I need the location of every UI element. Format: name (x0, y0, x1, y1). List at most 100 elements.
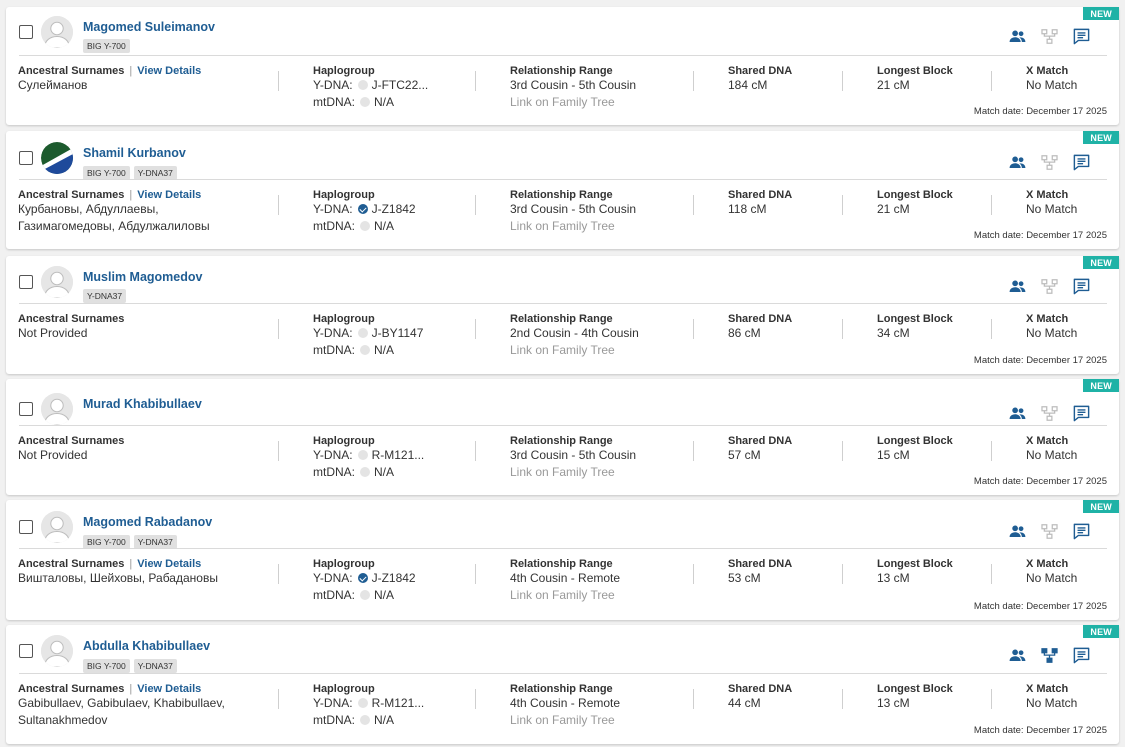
default-avatar[interactable] (41, 635, 73, 667)
select-match-checkbox[interactable] (19, 402, 33, 416)
link-family-tree-link[interactable]: Link on Family Tree (510, 464, 636, 481)
default-avatar[interactable] (41, 393, 73, 425)
haplogroup-label: Haplogroup (313, 435, 375, 447)
in-common-with-icon[interactable] (1008, 522, 1027, 541)
longest-block-label: Longest Block (877, 683, 953, 695)
x-match: X Match No Match (1026, 313, 1077, 342)
ancestral-surnames-label: Ancestral Surnames (18, 683, 125, 695)
unverified-icon (360, 97, 370, 107)
x-match: X Match No Match (1026, 683, 1077, 712)
column-separator (475, 689, 476, 709)
haplogroup-label: Haplogroup (313, 683, 375, 695)
card-divider (19, 548, 1107, 549)
match-date-value: December 17 2025 (1026, 230, 1107, 241)
surname-line: Sultanakhmedov (18, 713, 108, 727)
select-match-checkbox[interactable] (19, 25, 33, 39)
family-tree-icon[interactable] (1040, 404, 1059, 423)
match-name[interactable]: Murad Khabibullaev (83, 397, 202, 411)
label-separator: | (129, 65, 133, 77)
surname-line: Gabibullaev, Gabibulaev, Khabibullaev, (18, 696, 225, 710)
link-family-tree-link[interactable]: Link on Family Tree (510, 94, 636, 111)
x-match-value: No Match (1026, 78, 1078, 92)
view-details-link[interactable]: View Details (137, 558, 201, 570)
ydna-haplogroup[interactable]: J-Z1842 (372, 202, 416, 216)
surname-line: Not Provided (18, 448, 88, 462)
match-date-value: December 17 2025 (1026, 601, 1107, 612)
shared-dna-value: 118 cM (728, 202, 767, 216)
verified-check-icon (357, 204, 368, 214)
longest-block: Longest Block 13 cM (877, 683, 953, 712)
shared-dna-value: 57 cM (728, 448, 761, 462)
match-date-value: December 17 2025 (1026, 355, 1107, 366)
match-date: Match date: December 17 2025 (974, 476, 1107, 487)
in-common-with-icon[interactable] (1008, 27, 1027, 46)
notes-icon[interactable] (1072, 277, 1091, 296)
test-tags: BIG Y-700 (83, 39, 130, 53)
x-match-value: No Match (1026, 571, 1078, 585)
match-name[interactable]: Shamil Kurbanov (83, 146, 186, 160)
link-family-tree-link[interactable]: Link on Family Tree (510, 218, 636, 235)
test-tags: BIG Y-700 Y-DNA37 (83, 659, 177, 673)
column-separator (842, 319, 843, 339)
column-separator (278, 689, 279, 709)
shared-dna-value: 86 cM (728, 326, 761, 340)
test-tag: Y-DNA37 (83, 289, 127, 303)
shared-dna: Shared DNA 118 cM (728, 189, 792, 218)
match-name[interactable]: Magomed Suleimanov (83, 20, 215, 34)
match-date: Match date: December 17 2025 (974, 725, 1107, 736)
ydna-haplogroup[interactable]: J-Z1842 (372, 571, 416, 585)
family-tree-icon[interactable] (1040, 153, 1059, 172)
link-family-tree-link[interactable]: Link on Family Tree (510, 342, 639, 359)
notes-icon[interactable] (1072, 646, 1091, 665)
column-separator (475, 564, 476, 584)
x-match: X Match No Match (1026, 558, 1077, 587)
family-tree-icon[interactable] (1040, 646, 1059, 665)
match-name[interactable]: Magomed Rabadanov (83, 515, 212, 529)
family-tree-icon[interactable] (1040, 27, 1059, 46)
select-match-checkbox[interactable] (19, 644, 33, 658)
ydna-haplogroup[interactable]: R-M121... (372, 696, 425, 710)
in-common-with-icon[interactable] (1008, 646, 1027, 665)
match-card: NEW Magomed Suleimanov BIG Y-700 Ancestr… (6, 7, 1119, 125)
ancestral-surnames: Ancestral Surnames | View Details Gabibull… (18, 683, 225, 729)
link-family-tree-link[interactable]: Link on Family Tree (510, 587, 620, 604)
family-tree-icon[interactable] (1040, 522, 1059, 541)
new-badge: NEW (1083, 625, 1119, 638)
relationship-range-label: Relationship Range (510, 65, 613, 77)
match-name[interactable]: Muslim Magomedov (83, 270, 202, 284)
match-actions (1008, 646, 1091, 665)
ydna-haplogroup[interactable]: J-BY1147 (372, 326, 424, 340)
in-common-with-icon[interactable] (1008, 277, 1027, 296)
default-avatar[interactable] (41, 266, 73, 298)
default-avatar[interactable] (41, 16, 73, 48)
in-common-with-icon[interactable] (1008, 404, 1027, 423)
flag-avatar[interactable] (41, 142, 73, 174)
test-tags: BIG Y-700 Y-DNA37 (83, 166, 177, 180)
haplogroup-label: Haplogroup (313, 189, 375, 201)
ydna-haplogroup[interactable]: R-M121... (372, 448, 425, 462)
view-details-link[interactable]: View Details (137, 189, 201, 201)
longest-block-value: 21 cM (877, 78, 910, 92)
select-match-checkbox[interactable] (19, 151, 33, 165)
notes-icon[interactable] (1072, 27, 1091, 46)
new-badge: NEW (1083, 7, 1119, 20)
match-name[interactable]: Abdulla Khabibullaev (83, 639, 210, 653)
relationship-range-value: 2nd Cousin - 4th Cousin (510, 326, 639, 340)
link-family-tree-link[interactable]: Link on Family Tree (510, 712, 620, 729)
view-details-link[interactable]: View Details (137, 683, 201, 695)
family-tree-icon[interactable] (1040, 277, 1059, 296)
relationship-range-value: 3rd Cousin - 5th Cousin (510, 78, 637, 92)
ydna-haplogroup[interactable]: J-FTC22... (372, 78, 429, 92)
longest-block-label: Longest Block (877, 189, 953, 201)
select-match-checkbox[interactable] (19, 275, 33, 289)
mtdna-prefix: mtDNA: (313, 713, 355, 727)
in-common-with-icon[interactable] (1008, 153, 1027, 172)
notes-icon[interactable] (1072, 153, 1091, 172)
notes-icon[interactable] (1072, 404, 1091, 423)
relationship-range-value: 4th Cousin - Remote (510, 696, 621, 710)
select-match-checkbox[interactable] (19, 520, 33, 534)
view-details-link[interactable]: View Details (137, 65, 201, 77)
default-avatar[interactable] (41, 511, 73, 543)
notes-icon[interactable] (1072, 522, 1091, 541)
relationship-range: Relationship Range 3rd Cousin - 5th Cous… (510, 189, 636, 235)
